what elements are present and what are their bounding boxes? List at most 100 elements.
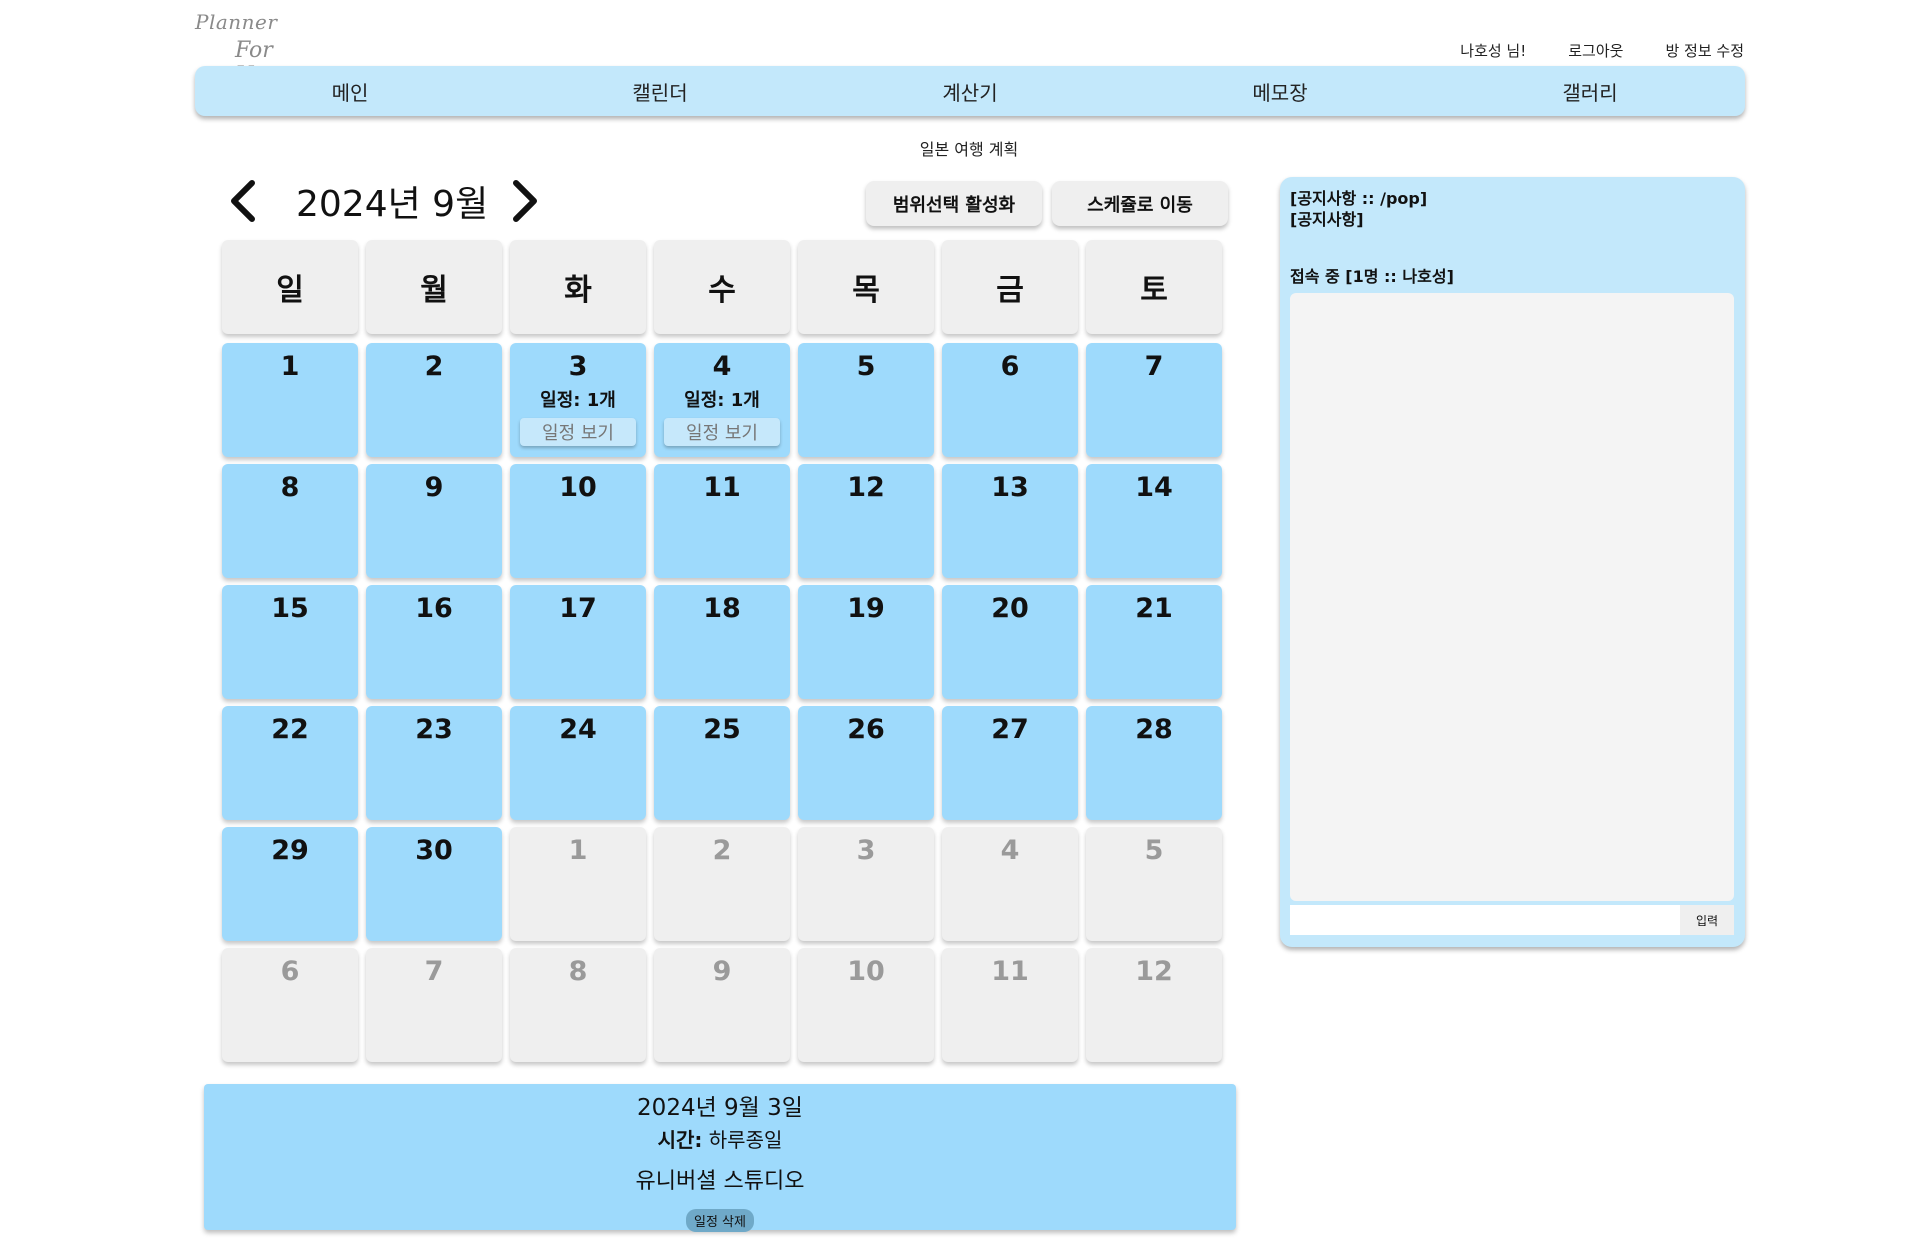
nav-item-memo[interactable]: 메모장 — [1125, 77, 1435, 106]
weekday-mon: 월 — [366, 240, 502, 334]
online-users: 접속 중 [1명 :: 나호성] — [1290, 267, 1454, 286]
day-cell[interactable]: 12 — [798, 464, 934, 578]
go-to-schedule-button[interactable]: 스케쥴로 이동 — [1052, 181, 1228, 226]
day-number: 28 — [1135, 714, 1173, 745]
event-title: 유니버셜 스튜디오 — [635, 1169, 805, 1194]
day-cell[interactable]: 11 — [942, 948, 1078, 1062]
day-number: 14 — [1135, 472, 1173, 503]
weekday-sat: 토 — [1086, 240, 1222, 334]
prev-month-button[interactable] — [228, 179, 268, 223]
day-cell[interactable]: 13 — [942, 464, 1078, 578]
view-events-button[interactable]: 일정 보기 — [664, 418, 780, 446]
weekday-sun: 일 — [222, 240, 358, 334]
day-cell[interactable]: 3 일정: 1개일정 보기 — [510, 343, 646, 457]
day-cell[interactable]: 11 — [654, 464, 790, 578]
day-cell[interactable]: 5 — [798, 343, 934, 457]
chat-send-button[interactable]: 입력 — [1680, 905, 1734, 935]
day-number: 20 — [991, 593, 1029, 624]
event-detail-panel: 2024년 9월 3일 시간: 하루종일 유니버셜 스튜디오 일정 삭제 — [204, 1084, 1236, 1232]
day-cell[interactable]: 12 — [1086, 948, 1222, 1062]
event-count: 일정: 1개 — [540, 390, 616, 411]
day-number: 1 — [280, 351, 300, 382]
day-cell[interactable]: 7 — [366, 948, 502, 1062]
day-cell[interactable]: 10 — [798, 948, 934, 1062]
day-cell[interactable]: 19 — [798, 585, 934, 699]
day-cell[interactable]: 7 — [1086, 343, 1222, 457]
view-events-button[interactable]: 일정 보기 — [520, 418, 636, 446]
day-number: 21 — [1135, 593, 1173, 624]
day-number: 24 — [559, 714, 597, 745]
logout-link[interactable]: 로그아웃 — [1568, 40, 1623, 61]
day-cell[interactable]: 18 — [654, 585, 790, 699]
day-number: 4 — [1000, 835, 1020, 866]
day-cell[interactable]: 14 — [1086, 464, 1222, 578]
weekday-thu: 목 — [798, 240, 934, 334]
chat-input[interactable] — [1290, 905, 1680, 935]
day-number: 6 — [1000, 351, 1020, 382]
day-cell[interactable]: 30 — [366, 827, 502, 941]
nav-item-calculator[interactable]: 계산기 — [815, 77, 1125, 106]
nav-item-calendar[interactable]: 캘린더 — [505, 77, 815, 106]
day-cell[interactable]: 6 — [942, 343, 1078, 457]
day-cell[interactable]: 26 — [798, 706, 934, 820]
delete-event-button[interactable]: 일정 삭제 — [686, 1209, 754, 1232]
edit-room-link[interactable]: 방 정보 수정 — [1665, 40, 1744, 61]
event-time: 시간: 하루종일 — [204, 1124, 1236, 1153]
page: Planner For U 나호성 님! 로그아웃 방 정보 수정 메인 캘린더… — [0, 0, 1920, 1257]
day-number: 7 — [1144, 351, 1164, 382]
calendar-month-nav: 2024년 9월 — [228, 176, 550, 226]
day-number: 23 — [415, 714, 453, 745]
notice: [공지사항 :: /pop] [공지사항] — [1290, 188, 1427, 230]
day-cell[interactable]: 21 — [1086, 585, 1222, 699]
day-number: 6 — [280, 956, 300, 987]
week-row: 29 30 1 2 3 4 5 — [222, 827, 1230, 941]
day-cell[interactable]: 2 — [366, 343, 502, 457]
nav-item-main[interactable]: 메인 — [195, 77, 505, 106]
day-cell[interactable]: 3 — [798, 827, 934, 941]
day-cell[interactable]: 4 일정: 1개 일정 보기 — [654, 343, 790, 457]
day-number: 3 — [568, 351, 588, 382]
day-cell[interactable]: 15 — [222, 585, 358, 699]
event-time-value: 하루종일 — [708, 1128, 783, 1152]
day-cell[interactable]: 8 — [222, 464, 358, 578]
day-number: 19 — [847, 593, 885, 624]
day-number: 12 — [1135, 956, 1173, 987]
chat-messages[interactable] — [1290, 293, 1734, 901]
day-cell[interactable]: 9 — [654, 948, 790, 1062]
event-date: 2024년 9월 3일 — [637, 1095, 803, 1121]
day-cell[interactable]: 10 — [510, 464, 646, 578]
day-number: 15 — [271, 593, 309, 624]
day-number: 2 — [712, 835, 732, 866]
nav-item-gallery[interactable]: 갤러리 — [1435, 77, 1745, 106]
day-cell[interactable]: 20 — [942, 585, 1078, 699]
day-number: 2 — [424, 351, 444, 382]
day-number: 8 — [280, 472, 300, 503]
day-cell[interactable]: 16 — [366, 585, 502, 699]
day-cell[interactable]: 4 — [942, 827, 1078, 941]
side-panel: [공지사항 :: /pop] [공지사항] 접속 중 [1명 :: 나호성] 입… — [1280, 177, 1745, 947]
day-cell[interactable]: 29 — [222, 827, 358, 941]
day-number: 17 — [559, 593, 597, 624]
range-select-button[interactable]: 범위선택 활성화 — [866, 181, 1042, 226]
day-cell[interactable]: 9 — [366, 464, 502, 578]
day-cell[interactable]: 6 — [222, 948, 358, 1062]
day-cell[interactable]: 24 — [510, 706, 646, 820]
day-cell[interactable]: 1 — [222, 343, 358, 457]
day-number: 10 — [847, 956, 885, 987]
plan-title: 일본 여행 계획 — [919, 140, 1019, 159]
day-cell[interactable]: 8 — [510, 948, 646, 1062]
day-cell[interactable]: 25 — [654, 706, 790, 820]
next-month-button[interactable] — [510, 179, 550, 223]
day-cell[interactable]: 1 — [510, 827, 646, 941]
day-cell[interactable]: 5 — [1086, 827, 1222, 941]
day-cell[interactable]: 27 — [942, 706, 1078, 820]
day-cell[interactable]: 2 — [654, 827, 790, 941]
calendar-weeks: 1 2 3 일정: 1개 일정 보기 4 일정: 1개 일정 보기 5 6 7 8 9 10 11 12 13 1… — [222, 343, 1230, 1062]
day-number: 13 — [991, 472, 1029, 503]
week-row: 6 7 8 9 10 11 12 — [222, 948, 1230, 1062]
day-cell[interactable]: 22 — [222, 706, 358, 820]
user-links: 나호성 님! 로그아웃 방 정보 수정 — [1460, 40, 1744, 61]
day-cell[interactable]: 23 — [366, 706, 502, 820]
day-cell[interactable]: 17 — [510, 585, 646, 699]
day-cell[interactable]: 28 — [1086, 706, 1222, 820]
